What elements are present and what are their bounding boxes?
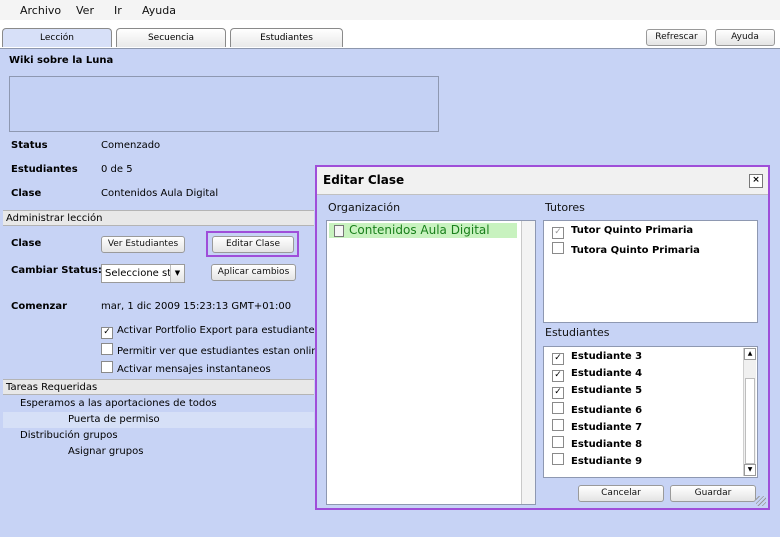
student-name: Estudiante 3 [571,351,643,362]
student-row[interactable]: ✓ Estudiante 4 [552,368,642,382]
option-label: Permitir ver que estudiantes estan onlin… [117,346,324,357]
student-row[interactable]: ✓ Estudiante 5 [552,385,642,399]
option-online-students[interactable]: Permitir ver que estudiantes estan onlin… [101,343,324,357]
scroll-thumb[interactable] [745,378,755,464]
checkbox[interactable] [552,419,564,431]
lesson-description-box [9,76,439,132]
tab-bar: Lección Secuencia Estudiantes Refrescar … [0,20,780,49]
organization-tree: Contenidos Aula Digital [326,220,536,505]
organization-item[interactable]: Contenidos Aula Digital [329,223,517,238]
menu-ver[interactable]: Ver [76,4,94,17]
student-row[interactable]: ✓ Estudiante 3 [552,351,642,365]
student-name: Estudiante 9 [571,456,643,467]
student-row[interactable]: Estudiante 6 [552,402,642,416]
lesson-title: Wiki sobre la Luna [9,55,114,66]
help-button[interactable]: Ayuda [715,29,775,46]
status-select-value: Seleccione st [105,268,172,279]
tab-estudiantes[interactable]: Estudiantes [230,28,343,47]
dialog-header: Editar Clase × [317,167,768,195]
start-label: Comenzar [11,301,68,312]
checkbox[interactable]: ✓ [552,387,564,399]
start-value: mar, 1 dic 2009 15:23:13 GMT+01:00 [101,301,292,312]
status-select[interactable]: Seleccione st ▼ [101,264,185,283]
checkbox[interactable] [552,242,564,254]
menu-ayuda[interactable]: Ayuda [142,4,176,17]
menu-bar: Archivo Ver Ir Ayuda [0,0,780,21]
status-value: Comenzado [101,140,161,151]
student-name: Estudiante 5 [571,385,643,396]
checkbox[interactable] [552,453,564,465]
dialog-students-label: Estudiantes [545,326,610,339]
admin-section-header: Administrar lección [3,210,314,226]
resize-grip-icon[interactable] [756,496,766,506]
change-status-label: Cambiar Status: [11,265,102,276]
students-label: Estudiantes [11,164,78,175]
checkbox[interactable]: ✓ [552,227,564,239]
checkbox[interactable] [552,436,564,448]
tab-secuencia[interactable]: Secuencia [116,28,226,47]
students-value: 0 de 5 [101,164,133,175]
student-name: Estudiante 8 [571,439,643,450]
option-portfolio-export[interactable]: ✓ Activar Portfolio Export para estudiant… [101,325,320,339]
view-students-button[interactable]: Ver Estudiantes [101,236,185,253]
scroll-down-icon[interactable]: ▼ [744,464,756,476]
tutor-name: Tutora Quinto Primaria [571,245,700,256]
class-value: Contenidos Aula Digital [101,188,219,199]
cancel-button[interactable]: Cancelar [578,485,664,502]
edit-class-dialog: Editar Clase × Organización Contenidos A… [315,165,770,510]
edit-class-button[interactable]: Editar Clase [212,236,294,253]
scroll-up-icon[interactable]: ▲ [744,348,756,360]
checkbox[interactable] [552,402,564,414]
chevron-down-icon[interactable]: ▼ [170,265,184,282]
task-item[interactable]: Puerta de permiso [3,412,314,428]
students-list: ✓ Estudiante 3 ✓ Estudiante 4 ✓ Estudiante … [543,346,758,478]
organization-item-label: Contenidos Aula Digital [349,223,490,237]
organization-label: Organización [328,201,401,214]
tab-leccion[interactable]: Lección [2,28,112,47]
organization-scrollbar[interactable] [521,221,535,504]
menu-archivo[interactable]: Archivo [20,4,61,17]
student-row[interactable]: Estudiante 8 [552,436,642,450]
students-scrollbar[interactable]: ▲ ▼ [743,348,756,476]
tutor-name: Tutor Quinto Primaria [571,225,694,236]
task-item[interactable]: Distribución grupos [3,428,314,444]
tutors-label: Tutores [545,201,585,214]
dialog-title: Editar Clase [323,173,405,187]
close-icon[interactable]: × [749,174,763,188]
tutors-list: ✓ Tutor Quinto Primaria Tutora Quinto Pri… [543,220,758,323]
checkbox[interactable] [101,343,113,355]
student-name: Estudiante 6 [571,405,643,416]
student-row[interactable]: Estudiante 9 [552,453,642,467]
student-name: Estudiante 7 [571,422,643,433]
task-item[interactable]: Asignar grupos [3,444,314,460]
status-label: Status [11,140,48,151]
save-button[interactable]: Guardar [670,485,756,502]
menu-ir[interactable]: Ir [114,4,122,17]
apply-changes-button[interactable]: Aplicar cambios [211,264,296,281]
dialog-body: Organización Contenidos Aula Digital Tut… [317,195,768,508]
document-icon [334,225,344,237]
option-instant-messages[interactable]: Activar mensajes instantaneos [101,361,271,375]
checkbox[interactable]: ✓ [552,353,564,365]
checkbox[interactable]: ✓ [552,370,564,382]
class-label: Clase [11,188,42,199]
tutor-row[interactable]: Tutora Quinto Primaria [552,242,700,256]
admin-class-label: Clase [11,238,42,249]
refresh-button[interactable]: Refrescar [646,29,707,46]
student-row[interactable]: Estudiante 7 [552,419,642,433]
option-label: Activar mensajes instantaneos [117,364,271,375]
checkbox[interactable]: ✓ [101,327,113,339]
tasks-section-header: Tareas Requeridas [3,379,314,395]
task-item[interactable]: Esperamos a las aportaciones de todos [3,396,314,412]
option-label: Activar Portfolio Export para estudiante… [117,325,320,336]
checkbox[interactable] [101,361,113,373]
tutor-row[interactable]: ✓ Tutor Quinto Primaria [552,225,693,239]
student-name: Estudiante 4 [571,368,643,379]
